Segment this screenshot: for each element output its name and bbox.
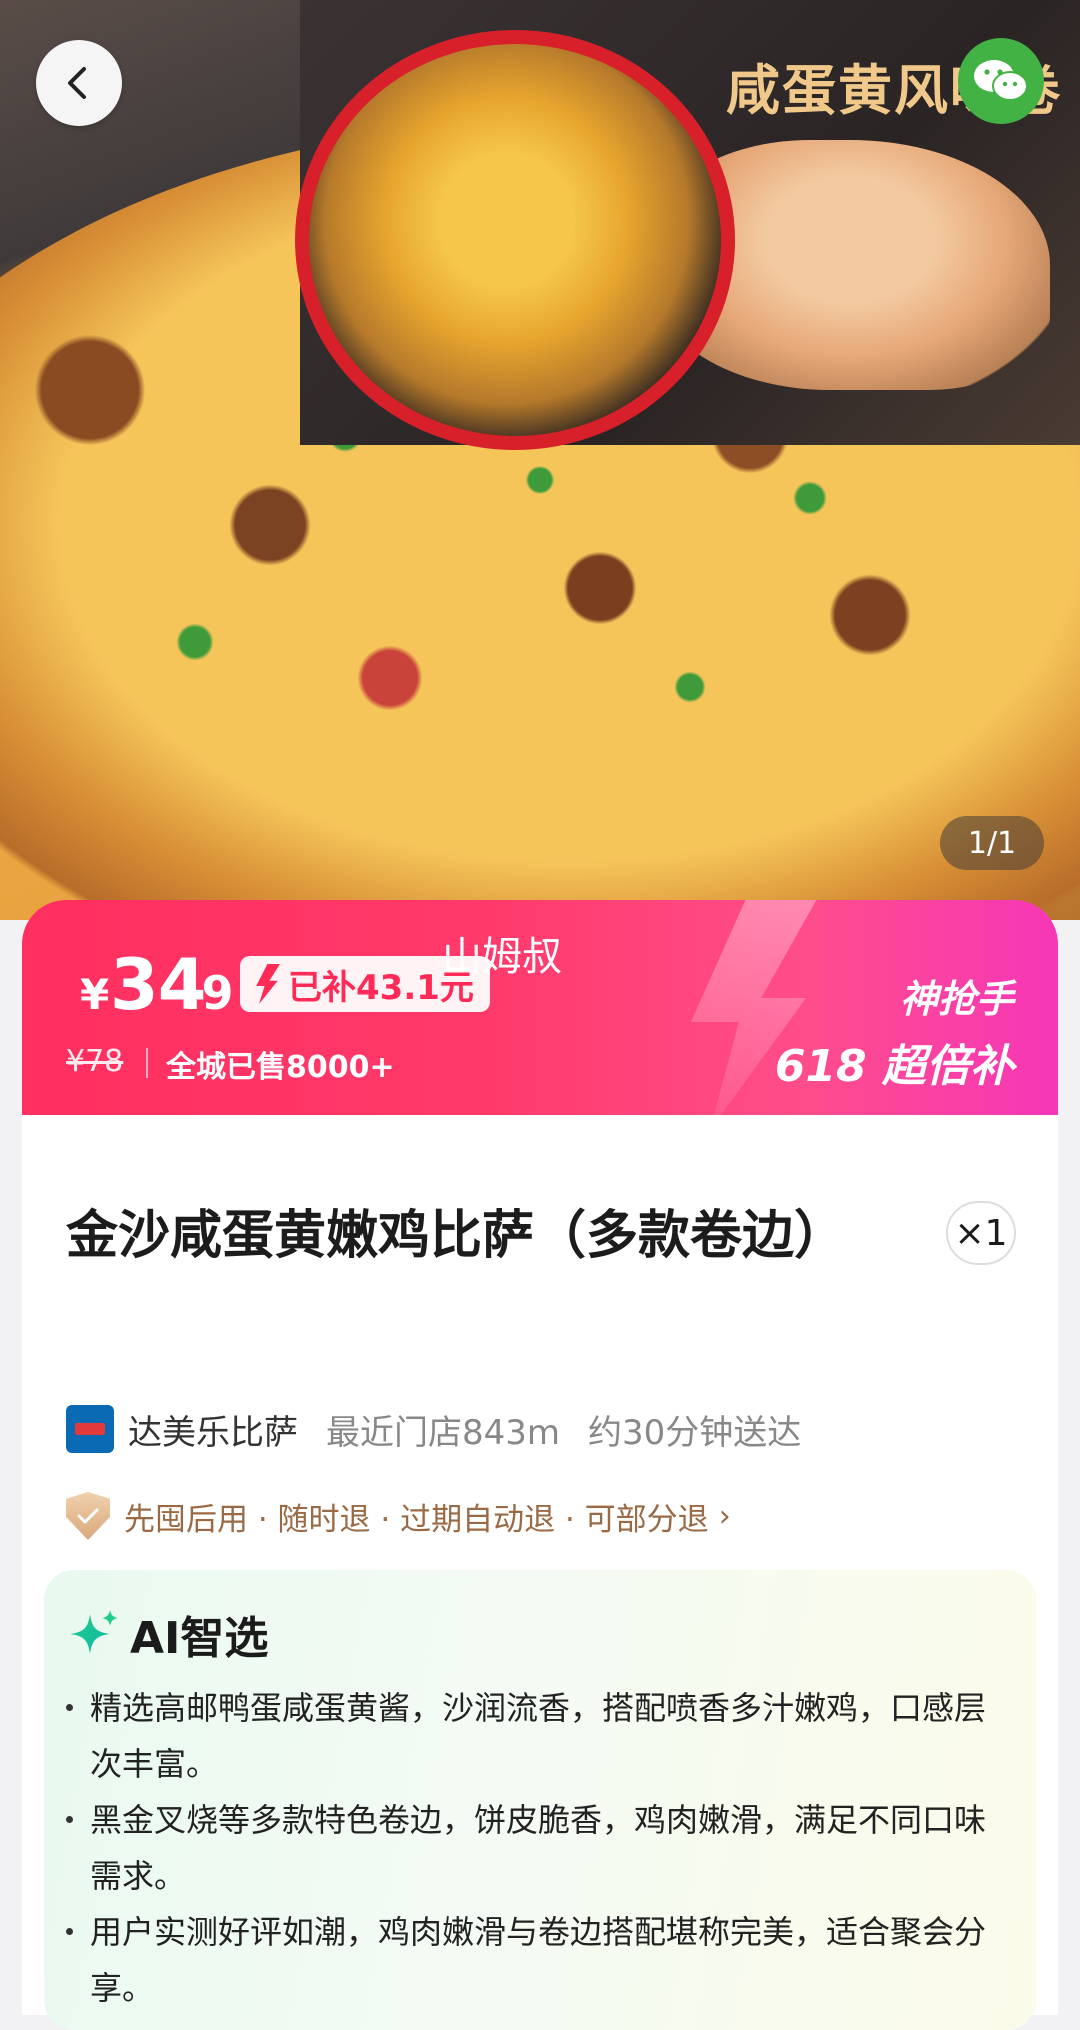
ai-title: AI智选 [130,1613,269,1664]
product-title: 金沙咸蛋黄嫩鸡比萨（多款卷边） [66,1206,847,1266]
sold-count: 全城已售8000+ [166,1050,395,1085]
ai-summary-panel: AI智选 精选高邮鸭蛋咸蛋黄酱，沙润流香，搭配喷香多汁嫩鸡，口感层次丰富。 黑金… [44,1570,1036,2030]
product-details-card: 金沙咸蛋黄嫩鸡比萨（多款卷边） ×1 达美乐比萨 最近门店843m 约30分钟送… [22,1115,1058,2030]
ai-header: AI智选 [68,1602,268,1666]
promo-subsidy-label: 618 超倍补 [774,1041,1014,1092]
back-button[interactable] [36,40,122,126]
wechat-icon [974,60,1028,101]
chevron-left-icon [68,67,86,99]
list-item: 黑金叉烧等多款特色卷边，饼皮脆香，鸡肉嫩滑，满足不同口味需求。 [60,1792,1010,1904]
store-info[interactable]: 达美乐比萨 最近门店843m 约30分钟送达 [66,1403,801,1455]
quantity-badge[interactable]: ×1 [946,1201,1016,1265]
guarantee-row[interactable]: 先囤后用 · 随时退 · 过期自动退 · 可部分退 › [66,1489,731,1543]
price-decimal: .9 [184,966,234,1020]
currency-symbol: ¥ [80,970,110,1019]
store-distance: 最近门店843m [326,1412,561,1453]
original-price: ¥78 [66,1044,124,1079]
egg-yolk-closeup [295,30,735,450]
price-banner: ¥ 34 .9 已补43.1元 山姆叔 ¥78 全城已售8000+ 神抢手 61… [22,900,1058,1115]
ai-bullet-list: 精选高邮鸭蛋咸蛋黄酱，沙润流香，搭配喷香多汁嫩鸡，口感层次丰富。 黑金叉烧等多款… [60,1680,1010,2016]
divider [146,1048,148,1078]
promo-label: 神抢手 [899,977,1014,1021]
delivery-eta: 约30分钟送达 [588,1412,802,1453]
product-image[interactable]: 咸蛋黄风味卷 [0,0,1080,920]
store-logo-icon [66,1405,114,1453]
list-item: 用户实测好评如潮，鸡肉嫩滑与卷边搭配堪称完美，适合聚会分享。 [60,1904,1010,2016]
chevron-right-icon: › [718,1498,731,1534]
guarantee-text: 先囤后用 · 随时退 · 过期自动退 · 可部分退 [124,1501,709,1538]
shield-check-icon [66,1492,110,1540]
image-counter: 1/1 [940,816,1044,870]
sparkle-icon [70,1610,118,1654]
store-name: 达美乐比萨 [128,1412,298,1453]
watermark-text: 山姆叔 [442,934,562,980]
list-item: 精选高邮鸭蛋咸蛋黄酱，沙润流香，搭配喷香多汁嫩鸡，口感层次丰富。 [60,1680,1010,1792]
lightning-icon [256,964,280,1004]
wechat-share-button[interactable] [958,38,1044,124]
